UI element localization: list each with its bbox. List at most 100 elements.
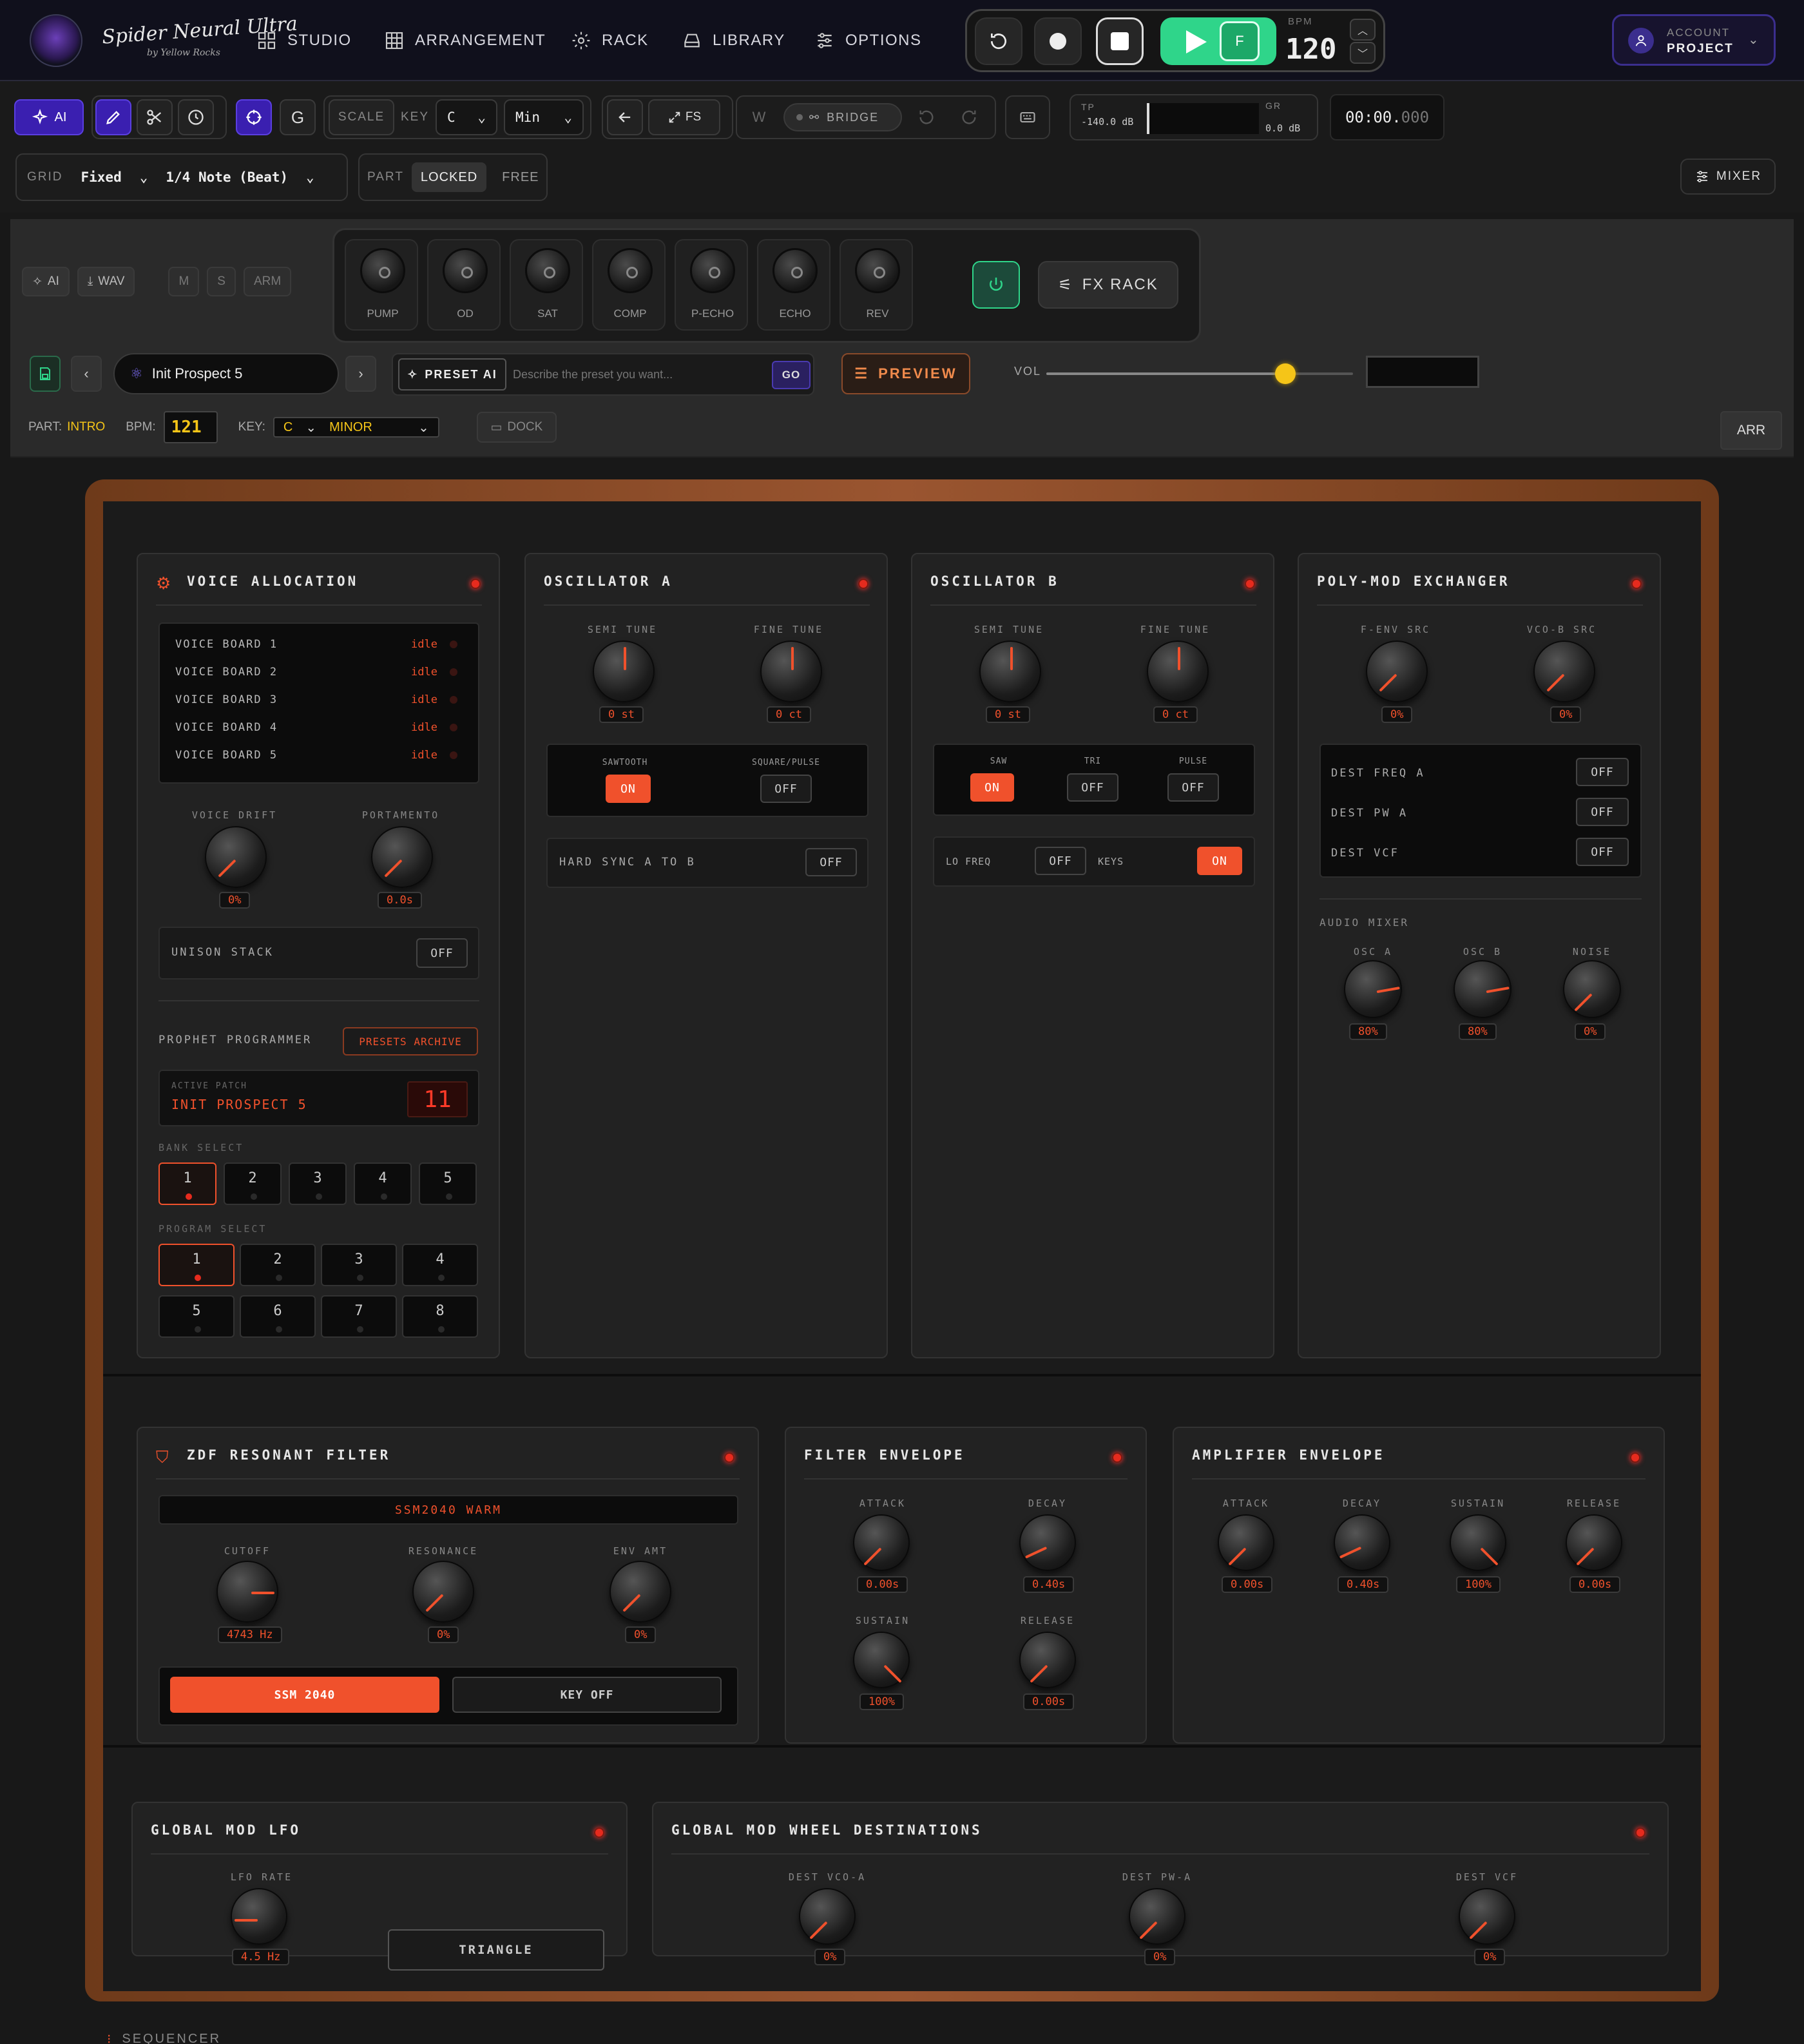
fullscreen-button[interactable]: FS (648, 99, 720, 135)
nav-studio[interactable]: STUDIO (256, 26, 352, 55)
volume-slider[interactable] (1046, 363, 1353, 384)
sequencer-header[interactable]: ⁝ SEQUENCER (107, 2031, 221, 2044)
program-button[interactable]: 3 (321, 1244, 397, 1286)
program-button[interactable]: 2 (240, 1244, 316, 1286)
next-preset-button[interactable]: › (345, 356, 376, 392)
grid-mode-select[interactable]: Fixed ⌄ (81, 169, 148, 185)
fx-knob-comp[interactable]: COMP (592, 239, 666, 331)
resonance-knob[interactable] (412, 1561, 474, 1623)
decay-knob[interactable] (1019, 1514, 1076, 1571)
release-knob[interactable] (1566, 1514, 1622, 1571)
knob[interactable] (443, 248, 488, 293)
decay-knob[interactable] (1334, 1514, 1390, 1571)
dest-vco-a-knob[interactable] (799, 1888, 856, 1945)
bpm-input[interactable] (163, 411, 218, 443)
nav-library[interactable]: LIBRARY (682, 26, 785, 55)
save-button[interactable] (30, 356, 61, 392)
arm-button[interactable]: ARM (243, 267, 292, 296)
bank-button[interactable]: 1 (158, 1162, 216, 1205)
fx-power-button[interactable] (972, 261, 1020, 309)
mode-select[interactable]: Min ⌄ (504, 99, 584, 135)
follow-button[interactable]: F (1220, 21, 1260, 61)
go-button[interactable]: GO (772, 361, 811, 389)
knob[interactable] (772, 248, 818, 293)
dest-pw-a-knob[interactable] (1129, 1888, 1185, 1945)
attack-knob[interactable] (1218, 1514, 1274, 1571)
lfo-rate-knob[interactable] (231, 1888, 287, 1945)
bpm-up-button[interactable]: ︿ (1350, 19, 1376, 41)
knob[interactable] (855, 248, 900, 293)
semi-tune-knob[interactable] (593, 641, 655, 702)
fine-tune-knob[interactable] (760, 641, 822, 702)
track-ai-button[interactable]: ✧ AI (22, 267, 70, 296)
saw-toggle[interactable]: ON (970, 773, 1014, 802)
key-tracking-button[interactable]: KEY OFF (452, 1677, 722, 1713)
bridge-toggle[interactable]: ⚯ BRIDGE (783, 103, 902, 131)
bpm-value[interactable]: 120 (1285, 33, 1336, 66)
locked-toggle[interactable]: LOCKED (411, 162, 487, 192)
env-amt-knob[interactable] (609, 1561, 671, 1623)
volume-thumb[interactable] (1275, 363, 1296, 384)
fx-rack-button[interactable]: ⚟ FX RACK (1038, 261, 1178, 309)
redo-button[interactable] (951, 99, 987, 135)
program-button[interactable]: 4 (402, 1244, 478, 1286)
pulse-toggle[interactable]: OFF (1167, 773, 1219, 802)
semi-tune-knob[interactable] (979, 641, 1041, 702)
attack-knob[interactable] (853, 1514, 910, 1571)
undo-button[interactable] (908, 99, 945, 135)
program-button[interactable]: 1 (158, 1244, 235, 1286)
key-select[interactable]: C ⌄ MINOR ⌄ (273, 417, 439, 438)
program-button[interactable]: 6 (240, 1295, 316, 1338)
keys-toggle[interactable]: ON (1197, 847, 1242, 875)
pencil-tool-button[interactable] (95, 99, 131, 135)
grid-note-select[interactable]: 1/4 Note (Beat) ⌄ (166, 169, 314, 185)
nav-rack[interactable]: RACK (571, 26, 649, 55)
prev-preset-button[interactable]: ‹ (71, 356, 102, 392)
preset-name[interactable]: ⚛ Init Prospect 5 (113, 353, 339, 394)
record-button[interactable] (1034, 17, 1082, 65)
bpm-down-button[interactable]: ﹀ (1350, 42, 1376, 64)
fx-knob-rev[interactable]: REV (840, 239, 913, 331)
knob[interactable] (608, 248, 653, 293)
nav-options[interactable]: OPTIONS (814, 26, 922, 55)
fx-knob-pump[interactable]: PUMP (345, 239, 418, 331)
fx-knob-od[interactable]: OD (427, 239, 501, 331)
square-pulse-toggle[interactable]: OFF (760, 775, 812, 803)
loop-button[interactable] (975, 17, 1022, 65)
key-select[interactable]: C ⌄ (436, 99, 498, 135)
cut-tool-button[interactable] (137, 99, 173, 135)
sustain-knob[interactable] (1450, 1514, 1506, 1571)
scale-button[interactable]: SCALE (329, 99, 394, 135)
presets-archive-button[interactable]: PRESETS ARCHIVE (343, 1027, 478, 1056)
mute-button[interactable]: M (168, 267, 200, 296)
preset-ai-button[interactable]: ✧ PRESET AI (398, 358, 506, 390)
g-button[interactable]: G (280, 99, 316, 135)
program-button[interactable]: 8 (402, 1295, 478, 1338)
fine-tune-knob[interactable] (1147, 641, 1209, 702)
sawtooth-toggle[interactable]: ON (606, 775, 651, 803)
lfo-waveform-button[interactable]: TRIANGLE (388, 1929, 604, 1971)
bank-button[interactable]: 2 (224, 1162, 282, 1205)
sustain-knob[interactable] (853, 1632, 910, 1688)
back-button[interactable] (607, 99, 643, 135)
f-env-src-knob[interactable] (1366, 641, 1428, 702)
dest-toggle[interactable]: OFF (1576, 798, 1629, 826)
unison-toggle[interactable]: OFF (416, 938, 468, 968)
ai-button[interactable]: AI (14, 99, 84, 135)
wav-export-button[interactable]: ⤓ WAV (77, 267, 135, 296)
fx-knob-p-echo[interactable]: P-ECHO (675, 239, 748, 331)
keyboard-button[interactable] (1005, 95, 1050, 139)
voice-drift-knob[interactable] (205, 826, 267, 888)
free-toggle[interactable]: FREE (494, 162, 546, 192)
dest-toggle[interactable]: OFF (1576, 838, 1629, 866)
tri-toggle[interactable]: OFF (1067, 773, 1118, 802)
hard-sync-toggle[interactable]: OFF (805, 848, 857, 876)
account-menu[interactable]: ACCOUNT PROJECT ⌄ (1612, 14, 1776, 66)
nav-arrangement[interactable]: ARRANGEMENT (384, 26, 546, 55)
dock-button[interactable]: ▭ DOCK (476, 412, 557, 443)
clock-tool-button[interactable] (178, 99, 214, 135)
lo-freq-toggle[interactable]: OFF (1035, 847, 1086, 875)
w-button[interactable]: W (741, 99, 777, 135)
arr-button[interactable]: ARR (1720, 411, 1782, 450)
ssm2040-button[interactable]: SSM 2040 (170, 1677, 439, 1713)
